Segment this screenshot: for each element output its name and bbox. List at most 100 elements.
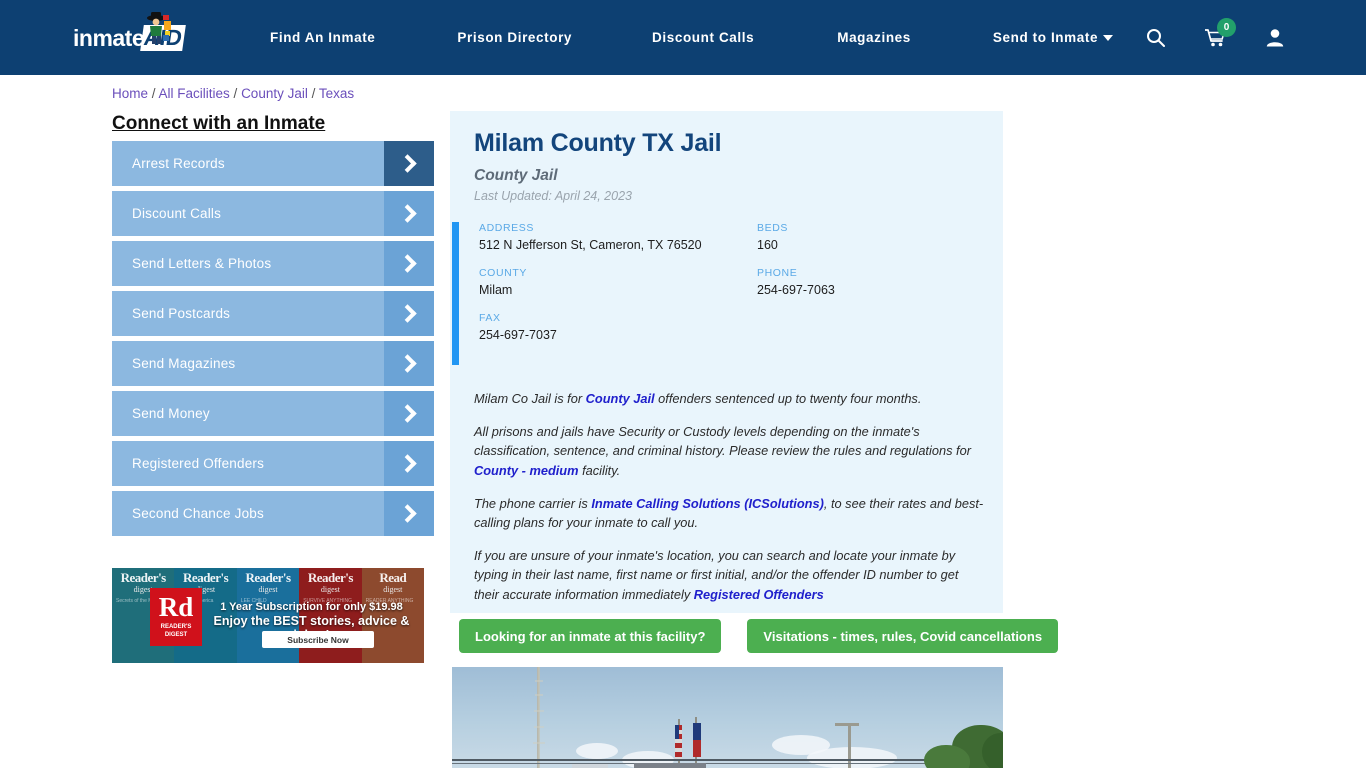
site-logo[interactable]: inmateAID	[73, 12, 195, 59]
p1-text-before: Milam Co Jail is for	[474, 391, 586, 406]
us-flag-icon	[675, 725, 682, 759]
info-value: Milam	[479, 283, 513, 297]
link-icsolutions[interactable]: Inmate Calling Solutions (ICSolutions)	[591, 496, 823, 511]
ad-cover-subtitle: digest	[383, 585, 403, 594]
breadcrumb-item-home[interactable]: Home	[112, 86, 148, 101]
chevron-right-icon	[384, 491, 434, 536]
sidebar-item-send-magazines[interactable]: Send Magazines	[112, 341, 434, 386]
sidebar-item-label: Second Chance Jobs	[132, 506, 264, 521]
info-cell-fax: FAX 254-697-7037	[479, 312, 757, 342]
sidebar-item-label: Send Magazines	[132, 356, 236, 371]
sidebar-item-arrest-records[interactable]: Arrest Records	[112, 141, 434, 186]
user-account-icon[interactable]	[1266, 28, 1284, 47]
info-cell-empty	[757, 312, 997, 342]
facility-detail-panel: Milam County TX Jail County Jail Last Up…	[450, 111, 1003, 613]
facility-info-grid: ADDRESS 512 N Jefferson St, Cameron, TX …	[479, 222, 999, 357]
sidebar-item-send-postcards[interactable]: Send Postcards	[112, 291, 434, 336]
sidebar-item-send-letters-photos[interactable]: Send Letters & Photos	[112, 241, 434, 286]
ad-cover-title: Reader's	[245, 570, 291, 585]
description-paragraph-4: If you are unsure of your inmate's locat…	[474, 546, 986, 604]
nav-link-discount-calls[interactable]: Discount Calls	[652, 30, 754, 45]
breadcrumb-item-all-facilities[interactable]: All Facilities	[159, 86, 230, 101]
advertisement-banner[interactable]: Reader's digest Secrets of the Mind Read…	[112, 568, 424, 663]
sidebar-item-label: Registered Offenders	[132, 456, 265, 471]
antenna-tower-icon	[533, 667, 545, 768]
cart-count-badge: 0	[1217, 18, 1236, 37]
sidebar-item-registered-offenders[interactable]: Registered Offenders	[112, 441, 434, 486]
info-cell-county: COUNTY Milam	[479, 267, 757, 297]
sidebar-item-label: Arrest Records	[132, 156, 225, 171]
info-label: FAX	[479, 312, 501, 324]
texas-flag-icon	[693, 723, 701, 757]
info-label: ADDRESS	[479, 222, 534, 234]
link-registered-offenders[interactable]: Registered Offenders	[694, 587, 824, 602]
info-row: COUNTY Milam PHONE 254-697-7063	[479, 267, 999, 297]
ad-headline-primary: 1 Year Subscription for only $19.98	[220, 601, 403, 613]
chevron-right-icon	[384, 391, 434, 436]
breadcrumb: Home / All Facilities / County Jail / Te…	[112, 86, 354, 101]
info-cell-beds: BEDS 160	[757, 222, 997, 252]
info-cell-address: ADDRESS 512 N Jefferson St, Cameron, TX …	[479, 222, 757, 252]
logo-mascot-icon	[147, 12, 171, 44]
logo-text: inmate	[73, 24, 145, 51]
info-cell-phone: PHONE 254-697-7063	[757, 267, 997, 297]
breadcrumb-separator-3: /	[307, 86, 319, 101]
info-value: 160	[757, 238, 778, 252]
ad-cover-subtitle: digest	[258, 585, 278, 594]
sidebar-item-discount-calls[interactable]: Discount Calls	[112, 191, 434, 236]
p2-text-after: facility.	[578, 462, 621, 478]
ad-cover-title: Reader's	[307, 570, 354, 585]
nav-link-prison-directory[interactable]: Prison Directory	[457, 30, 572, 45]
description-paragraph-2: All prisons and jails have Security or C…	[474, 422, 986, 480]
info-value: 254-697-7063	[757, 283, 835, 297]
last-updated-text: Last Updated: April 24, 2023	[474, 189, 632, 203]
sidebar-item-label: Send Money	[132, 406, 210, 421]
info-value: 254-697-7037	[479, 328, 557, 342]
chevron-right-icon	[384, 441, 434, 486]
facility-description: Milam Co Jail is for County Jail offende…	[474, 389, 986, 618]
link-county-jail[interactable]: County Jail	[586, 391, 655, 406]
info-label: BEDS	[757, 222, 788, 234]
ad-cover-title: Reader's	[120, 570, 167, 585]
nav-link-find-an-inmate[interactable]: Find An Inmate	[270, 30, 375, 45]
action-button-row: Looking for an inmate at this facility? …	[459, 619, 1059, 653]
ad-brand-name: READER'S DIGEST	[160, 624, 192, 638]
nav-link-send-to-inmate-label: Send to Inmate	[992, 30, 1099, 45]
ad-brand-initials: Rd	[158, 592, 194, 623]
visitations-button[interactable]: Visitations - times, rules, Covid cancel…	[747, 619, 1059, 653]
info-row: ADDRESS 512 N Jefferson St, Cameron, TX …	[479, 222, 999, 252]
breadcrumb-item-county-jail[interactable]: County Jail	[241, 86, 308, 101]
ad-cover-title: Read	[379, 570, 407, 585]
facility-info-block: ADDRESS 512 N Jefferson St, Cameron, TX …	[452, 222, 1001, 365]
breadcrumb-separator-2: /	[229, 86, 242, 101]
find-inmate-button[interactable]: Looking for an inmate at this facility?	[459, 619, 722, 653]
ad-cover-title: Reader's	[183, 570, 229, 585]
sidebar-title[interactable]: Connect with an Inmate	[112, 113, 325, 135]
chevron-right-icon	[384, 191, 434, 236]
chevron-right-icon	[384, 141, 434, 186]
sidebar-item-label: Send Letters & Photos	[132, 256, 272, 271]
nav-icon-group: 0	[1146, 0, 1366, 75]
chevron-down-icon	[1103, 35, 1114, 42]
breadcrumb-item-texas[interactable]: Texas	[319, 86, 354, 101]
chevron-right-icon	[384, 241, 434, 286]
info-row: FAX 254-697-7037	[479, 312, 999, 342]
sidebar-menu: Arrest Records Discount Calls Send Lette…	[112, 141, 434, 541]
facility-type-label: County Jail	[474, 167, 558, 184]
chevron-right-icon	[384, 291, 434, 336]
facility-photo[interactable]	[452, 667, 1003, 768]
link-county-medium[interactable]: County - medium	[474, 463, 579, 478]
description-paragraph-1: Milam Co Jail is for County Jail offende…	[474, 389, 986, 408]
p1-text-after: offenders sentenced up to twenty four mo…	[654, 391, 922, 406]
ad-brand-logo: Rd READER'S DIGEST	[150, 588, 202, 646]
cart-icon[interactable]: 0	[1205, 18, 1236, 47]
sidebar-item-second-chance-jobs[interactable]: Second Chance Jobs	[112, 491, 434, 536]
nav-link-magazines[interactable]: Magazines	[837, 30, 911, 45]
nav-link-send-to-inmate[interactable]: Send to Inmate	[992, 30, 1114, 45]
ad-subscribe-button[interactable]: Subscribe Now	[262, 631, 374, 648]
search-icon[interactable]	[1146, 28, 1165, 47]
info-label: COUNTY	[479, 267, 527, 279]
info-accent-bar	[452, 222, 459, 365]
p2-text-before: All prisons and jails have Security or C…	[474, 424, 971, 459]
sidebar-item-send-money[interactable]: Send Money	[112, 391, 434, 436]
